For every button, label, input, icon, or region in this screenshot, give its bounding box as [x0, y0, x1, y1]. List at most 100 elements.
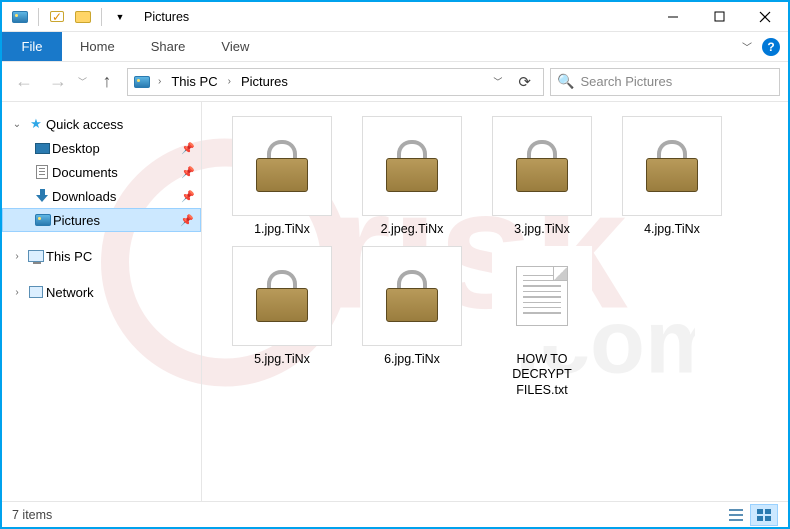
file-item[interactable]: 3.jpg.TiNx — [490, 116, 594, 238]
navigation-pane: ⌄ ★ Quick access Desktop 📌 Documents 📌 D… — [2, 102, 202, 501]
minimize-icon — [667, 11, 679, 23]
expander-icon[interactable]: › — [8, 287, 26, 298]
sidebar-item-documents[interactable]: Documents 📌 — [2, 160, 201, 184]
address-bar[interactable]: › This PC › Pictures ﹀ ⟳ — [127, 68, 544, 96]
qat-new-folder[interactable] — [71, 6, 95, 28]
file-name-label: 5.jpg.TiNx — [254, 352, 310, 368]
text-file-icon — [516, 266, 568, 326]
network-icon — [29, 286, 43, 298]
navigation-bar: ← → ﹀ ↑ › This PC › Pictures ﹀ ⟳ 🔍 Searc… — [2, 62, 788, 102]
file-thumbnail — [492, 116, 592, 216]
file-thumbnail — [622, 116, 722, 216]
file-thumbnail — [232, 116, 332, 216]
file-item[interactable]: 6.jpg.TiNx — [360, 246, 464, 399]
breadcrumb-chevron[interactable]: › — [224, 70, 235, 94]
items-view[interactable]: 1.jpg.TiNx 2.jpeg.TiNx 3.jpg.TiNx 4.jpg.TiN… — [202, 102, 788, 501]
maximize-icon — [714, 11, 725, 22]
tab-share[interactable]: Share — [133, 32, 204, 61]
search-icon: 🔍 — [557, 73, 574, 90]
file-item[interactable]: 5.jpg.TiNx — [230, 246, 334, 399]
qat-customize-dropdown[interactable]: ▼ — [108, 6, 132, 28]
sidebar-label: Documents — [52, 165, 181, 180]
titlebar: ✓ ▼ Pictures — [2, 2, 788, 32]
file-item[interactable]: 4.jpg.TiNx — [620, 116, 724, 238]
address-bar-dropdown[interactable]: ﹀ — [487, 70, 508, 94]
file-thumbnail — [492, 246, 592, 346]
divider — [38, 8, 39, 26]
file-item[interactable]: 1.jpg.TiNx — [230, 116, 334, 238]
file-thumbnail — [362, 116, 462, 216]
qat-properties[interactable]: ✓ — [45, 6, 69, 28]
file-name-label: 6.jpg.TiNx — [384, 352, 440, 368]
sidebar-item-desktop[interactable]: Desktop 📌 — [2, 136, 201, 160]
nav-forward-button[interactable]: → — [44, 68, 72, 96]
sidebar-label: Desktop — [52, 141, 181, 156]
file-name-label: HOW TO DECRYPT FILES.txt — [512, 352, 572, 399]
nav-up-button[interactable]: ↑ — [93, 68, 121, 96]
status-item-count: 7 items — [12, 508, 52, 522]
desktop-icon — [35, 143, 50, 154]
file-item[interactable]: HOW TO DECRYPT FILES.txt — [490, 246, 594, 399]
app-icon[interactable] — [8, 6, 32, 28]
tab-home[interactable]: Home — [62, 32, 133, 61]
breadcrumb-pictures[interactable]: Pictures — [237, 70, 292, 94]
details-view-icon — [729, 509, 743, 521]
sidebar-item-this-pc[interactable]: › This PC — [2, 244, 201, 268]
file-thumbnail — [232, 246, 332, 346]
file-item[interactable]: 2.jpeg.TiNx — [360, 116, 464, 238]
lock-icon — [386, 140, 438, 192]
tab-view[interactable]: View — [203, 32, 267, 61]
search-placeholder: Search Pictures — [580, 74, 672, 89]
document-icon — [36, 165, 48, 179]
lock-icon — [646, 140, 698, 192]
ribbon-expand-toggle[interactable]: ﹀ — [742, 39, 752, 54]
body: ⌄ ★ Quick access Desktop 📌 Documents 📌 D… — [2, 102, 788, 501]
divider — [101, 8, 102, 26]
sidebar-item-downloads[interactable]: Downloads 📌 — [2, 184, 201, 208]
pin-icon: 📌 — [181, 166, 195, 179]
ribbon-tabs: File Home Share View ﹀ ? — [2, 32, 788, 62]
quick-access-toolbar: ✓ ▼ — [2, 6, 132, 28]
pc-icon — [28, 250, 44, 262]
window-controls — [650, 2, 788, 32]
view-thumbnails-button[interactable] — [750, 504, 778, 526]
pictures-icon — [35, 214, 51, 226]
sidebar-item-quick-access[interactable]: ⌄ ★ Quick access — [2, 112, 201, 136]
view-details-button[interactable] — [722, 504, 750, 526]
sidebar-item-network[interactable]: › Network — [2, 280, 201, 304]
star-icon: ★ — [30, 116, 42, 132]
items-grid: 1.jpg.TiNx 2.jpeg.TiNx 3.jpg.TiNx 4.jpg.TiN… — [202, 116, 788, 399]
close-button[interactable] — [742, 2, 788, 32]
sidebar-label: This PC — [46, 249, 195, 264]
pin-icon: 📌 — [180, 214, 194, 227]
nav-back-button[interactable]: ← — [10, 68, 38, 96]
file-name-label: 4.jpg.TiNx — [644, 222, 700, 238]
breadcrumb-this-pc[interactable]: This PC — [167, 70, 221, 94]
sidebar-label: Downloads — [52, 189, 181, 204]
lock-icon — [386, 270, 438, 322]
help-button[interactable]: ? — [762, 38, 780, 56]
minimize-button[interactable] — [650, 2, 696, 32]
expander-icon[interactable]: › — [8, 251, 26, 262]
file-name-label: 2.jpeg.TiNx — [381, 222, 444, 238]
nav-history-dropdown[interactable]: ﹀ — [78, 75, 87, 88]
lock-icon — [256, 270, 308, 322]
lock-icon — [516, 140, 568, 192]
tab-file[interactable]: File — [2, 32, 62, 61]
lock-icon — [256, 140, 308, 192]
sidebar-label: Pictures — [53, 213, 180, 228]
sidebar-label: Network — [46, 285, 195, 300]
search-input[interactable]: 🔍 Search Pictures — [550, 68, 780, 96]
window-title: Pictures — [144, 10, 650, 24]
address-bar-icon — [132, 74, 152, 90]
status-bar: 7 items — [2, 501, 788, 527]
maximize-button[interactable] — [696, 2, 742, 32]
file-name-label: 3.jpg.TiNx — [514, 222, 570, 238]
explorer-window: risk .com ✓ ▼ Pictures File — [0, 0, 790, 529]
refresh-button[interactable]: ⟳ — [510, 70, 539, 94]
pin-icon: 📌 — [181, 142, 195, 155]
expander-icon[interactable]: ⌄ — [8, 119, 26, 130]
breadcrumb-root-chevron[interactable]: › — [154, 70, 165, 94]
close-icon — [759, 11, 771, 23]
sidebar-item-pictures[interactable]: Pictures 📌 — [2, 208, 201, 232]
